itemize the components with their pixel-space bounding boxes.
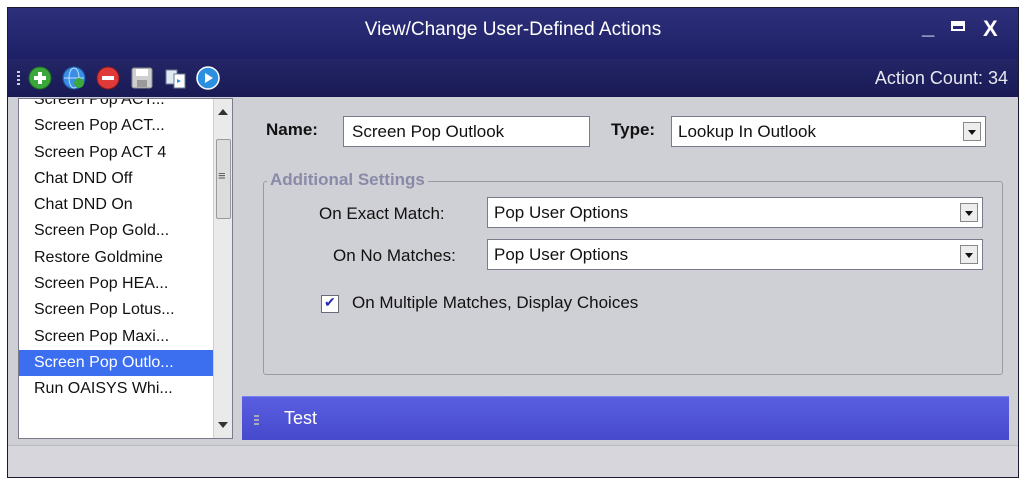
test-label: Test bbox=[284, 408, 318, 428]
type-select-value: Lookup In Outlook bbox=[678, 122, 816, 141]
exact-match-select[interactable]: Pop User Options bbox=[487, 197, 983, 228]
user-defined-actions-window: View/Change User-Defined Actions _ X Act… bbox=[7, 7, 1019, 478]
list-scrollbar[interactable] bbox=[213, 99, 232, 438]
remove-icon[interactable] bbox=[96, 66, 120, 90]
actions-listbox[interactable]: Screen Pop ACT... Screen Pop ACT... Screen… bbox=[18, 98, 233, 439]
no-matches-value: Pop User Options bbox=[494, 245, 629, 264]
test-expander[interactable]: Test bbox=[242, 396, 1009, 440]
type-label: Type: bbox=[611, 120, 656, 139]
exact-match-label: On Exact Match: bbox=[319, 204, 445, 223]
list-item[interactable]: Screen Pop Gold... bbox=[19, 218, 215, 244]
list-item[interactable]: Chat DND On bbox=[19, 192, 215, 218]
no-matches-select[interactable]: Pop User Options bbox=[487, 239, 983, 270]
action-count: Action Count: 34 bbox=[874, 68, 1008, 88]
maximize-button[interactable] bbox=[951, 21, 965, 31]
actions-list: Screen Pop ACT... Screen Pop ACT... Screen… bbox=[19, 99, 215, 403]
list-item[interactable]: Screen Pop Outlo... bbox=[19, 349, 215, 377]
name-label: Name: bbox=[266, 120, 318, 139]
multiple-matches-checkbox[interactable] bbox=[321, 294, 339, 313]
list-item[interactable]: Chat DND Off bbox=[19, 166, 215, 192]
action-settings-panel: Name: Screen Pop Outlook Type: Lookup In… bbox=[241, 98, 1009, 396]
window-title: View/Change User-Defined Actions bbox=[364, 19, 662, 40]
copy-icon[interactable] bbox=[164, 66, 188, 90]
list-item[interactable]: Screen Pop ACT... bbox=[19, 113, 215, 139]
exact-match-value: Pop User Options bbox=[494, 203, 629, 222]
list-item[interactable]: Screen Pop ACT... bbox=[19, 99, 215, 113]
minimize-button[interactable]: _ bbox=[922, 14, 934, 40]
status-bar bbox=[8, 445, 1018, 477]
multiple-matches-label: On Multiple Matches, Display Choices bbox=[352, 293, 639, 312]
save-icon[interactable] bbox=[130, 66, 154, 90]
expander-grip-icon bbox=[254, 415, 259, 425]
add-icon[interactable] bbox=[28, 66, 52, 90]
chevron-down-icon[interactable] bbox=[960, 245, 978, 264]
list-item[interactable]: Screen Pop Lotus... bbox=[19, 297, 215, 323]
edit-globe-icon[interactable] bbox=[62, 66, 86, 90]
type-select[interactable]: Lookup In Outlook bbox=[671, 116, 986, 147]
toolbar-grip[interactable] bbox=[17, 71, 20, 85]
scroll-up-icon[interactable] bbox=[218, 109, 228, 115]
additional-settings-title: Additional Settings bbox=[267, 170, 428, 190]
chevron-down-icon[interactable] bbox=[963, 122, 981, 141]
close-button[interactable]: X bbox=[983, 16, 998, 42]
list-item[interactable]: Screen Pop HEA... bbox=[19, 271, 215, 297]
scroll-thumb[interactable] bbox=[216, 139, 231, 219]
play-icon[interactable] bbox=[196, 66, 220, 90]
list-item[interactable]: Screen Pop ACT 4 bbox=[19, 140, 215, 166]
list-item[interactable]: Restore Goldmine bbox=[19, 245, 215, 271]
no-matches-label: On No Matches: bbox=[333, 246, 456, 265]
list-item[interactable]: Screen Pop Maxi... bbox=[19, 324, 215, 350]
chevron-down-icon[interactable] bbox=[960, 203, 978, 222]
title-bar[interactable]: View/Change User-Defined Actions _ X bbox=[8, 8, 1018, 59]
name-field[interactable]: Screen Pop Outlook bbox=[343, 116, 590, 147]
list-item[interactable]: Run OAISYS Whi... bbox=[19, 376, 215, 402]
scroll-down-icon[interactable] bbox=[218, 422, 228, 428]
toolbar: Action Count: 34 bbox=[8, 59, 1018, 97]
